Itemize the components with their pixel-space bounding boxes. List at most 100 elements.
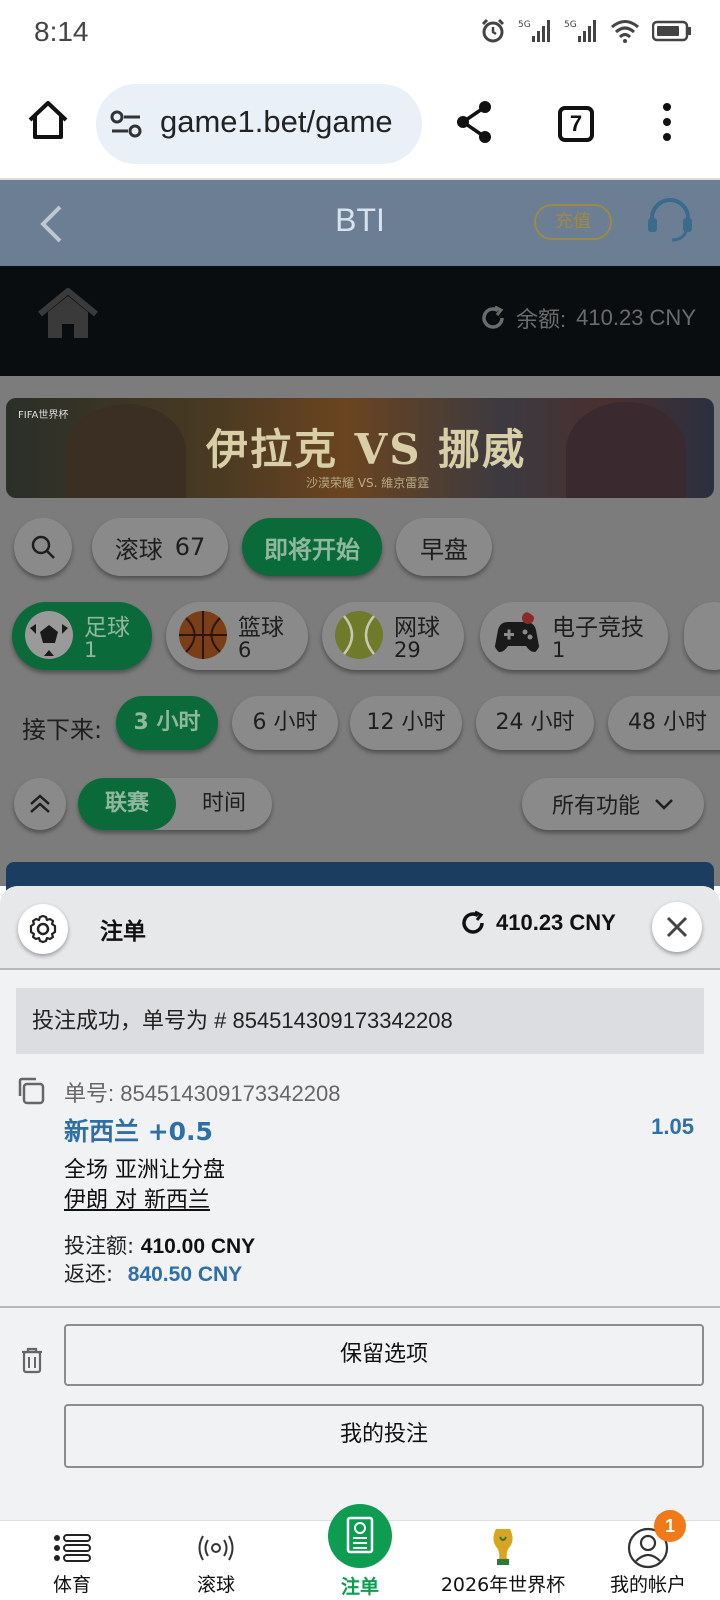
sport-name: 足球 xyxy=(84,615,130,641)
gear-icon xyxy=(29,914,57,944)
bet-market: 全场 亚洲让分盘 xyxy=(64,1158,225,1183)
wifi-icon xyxy=(611,20,639,43)
signal-5g-icon-2: 5G xyxy=(564,20,596,42)
time-option-3h[interactable]: 3 小时 xyxy=(116,696,218,750)
filter-live[interactable]: 滚球 67 xyxy=(92,518,228,576)
banner-subline: 沙漠荣耀 VS. 維京雷霆 xyxy=(306,476,430,490)
nav-live[interactable]: 滚球 xyxy=(180,1521,252,1600)
promo-banner[interactable]: FIFA世界杯 伊拉克 VS 挪威 沙漠荣耀 VS. 維京雷霆 xyxy=(6,398,714,498)
my-bets-button[interactable]: 我的投注 xyxy=(64,1404,704,1468)
tennis-ball-icon xyxy=(335,611,383,659)
site-settings-icon[interactable] xyxy=(110,110,142,138)
return-value: 840.50 CNY xyxy=(127,1263,243,1286)
stake-label: 投注额: xyxy=(64,1234,135,1258)
time-option-24h[interactable]: 24 小时 xyxy=(476,696,594,750)
view-toggle-league[interactable]: 联赛 xyxy=(78,778,176,830)
time-filter-label: 接下来: xyxy=(22,716,103,744)
close-button[interactable] xyxy=(652,902,702,952)
sport-name: 网球 xyxy=(394,615,440,641)
sport-name: 篮球 xyxy=(238,615,284,641)
nav-betslip-label: 注单 xyxy=(340,1576,379,1598)
app-header: BTI 充值 xyxy=(0,180,720,266)
banner-tag: FIFA世界杯 xyxy=(18,410,69,421)
trophy-icon xyxy=(493,1529,513,1565)
close-icon xyxy=(666,916,688,938)
nav-account-label: 我的帐户 xyxy=(609,1574,686,1596)
broadcast-icon xyxy=(198,1535,234,1561)
time-option-48h[interactable]: 48 小时 xyxy=(608,696,720,750)
nav-sports-label: 体育 xyxy=(52,1574,91,1596)
sport-more[interactable] xyxy=(684,602,720,670)
nav-worldcup[interactable]: 2026年世界杯 xyxy=(436,1521,570,1600)
more-menu-icon[interactable] xyxy=(662,102,672,142)
stake-row: 投注额: 410.00 CNY xyxy=(64,1230,255,1260)
sport-count: 1 xyxy=(84,638,98,662)
all-features-dropdown[interactable]: 所有功能 xyxy=(522,778,704,830)
filter-live-count: 67 xyxy=(174,533,206,561)
recharge-button[interactable]: 充值 xyxy=(534,204,612,240)
sport-football[interactable]: 足球 1 xyxy=(12,602,152,670)
nav-sports[interactable]: 体育 xyxy=(36,1521,108,1600)
bet-slip-balance-value: 410.23 CNY xyxy=(496,910,616,935)
double-chevron-up-icon xyxy=(30,794,50,813)
soccer-ball-icon xyxy=(25,611,73,659)
bet-slip-header: 注单 410.23 CNY xyxy=(0,886,720,970)
refresh-icon[interactable] xyxy=(460,910,486,936)
tab-switcher-button[interactable]: 7 xyxy=(558,106,594,142)
chevron-down-icon xyxy=(655,799,673,810)
status-bar: 8:14 5G 5G xyxy=(0,0,720,68)
home-icon[interactable] xyxy=(26,98,70,142)
url-text: game1.bet/game xyxy=(160,104,393,139)
site-home-icon[interactable] xyxy=(38,288,98,340)
time-option-12h[interactable]: 12 小时 xyxy=(350,696,462,750)
ticket-number: 单号: 854514309173342208 xyxy=(64,1081,341,1106)
time-option-6h[interactable]: 6 小时 xyxy=(232,696,338,750)
player-left-image xyxy=(66,404,186,498)
copy-icon[interactable] xyxy=(16,1076,46,1106)
balance-label: 余额: xyxy=(516,307,567,332)
status-time: 8:14 xyxy=(34,16,89,47)
sport-basketball[interactable]: 篮球 6 xyxy=(166,602,308,670)
keep-selections-button[interactable]: 保留选项 xyxy=(64,1324,704,1386)
search-button[interactable] xyxy=(14,518,72,576)
battery-icon xyxy=(652,20,691,42)
view-toggle: 联赛 时间 xyxy=(78,778,272,830)
collapse-button[interactable] xyxy=(14,778,66,830)
sport-esports[interactable]: 电子竞技 1 xyxy=(480,602,668,670)
view-toggle-time[interactable]: 时间 xyxy=(176,778,272,830)
nav-worldcup-label: 2026年世界杯 xyxy=(440,1574,566,1596)
site-balance: 余额: 410.23 CNY xyxy=(480,302,696,334)
bet-match-link[interactable]: 伊朗 对 新西兰 xyxy=(64,1182,210,1214)
filter-live-label: 滚球 xyxy=(114,535,163,564)
nav-live-label: 滚球 xyxy=(196,1574,235,1596)
filter-early[interactable]: 早盘 xyxy=(396,518,492,576)
address-bar[interactable]: game1.bet/game xyxy=(96,84,422,164)
trash-icon[interactable] xyxy=(20,1346,44,1374)
gamepad-icon xyxy=(494,612,540,652)
basketball-icon xyxy=(179,611,227,659)
receipt-icon xyxy=(346,1516,374,1554)
refresh-icon[interactable] xyxy=(480,305,506,331)
svg-text:5G: 5G xyxy=(518,20,531,30)
browser-toolbar: game1.bet/game 7 xyxy=(0,68,720,180)
svg-text:5G: 5G xyxy=(564,20,577,30)
sport-tennis[interactable]: 网球 29 xyxy=(322,602,464,670)
bet-odds: 1.05 xyxy=(651,1114,694,1139)
filter-upcoming-label: 即将开始 xyxy=(264,535,360,564)
banner-headline: 伊拉克 VS 挪威 xyxy=(206,425,527,474)
customer-service-icon[interactable] xyxy=(646,198,694,244)
bet-slip-panel: 注单 410.23 CNY 投注成功，单号为 # 854514309173342… xyxy=(0,886,720,1520)
return-row: 返还: 840.50 CNY xyxy=(64,1258,242,1288)
balance-value: 410.23 CNY xyxy=(576,305,696,330)
share-icon[interactable] xyxy=(454,100,494,144)
nav-betslip-button[interactable] xyxy=(328,1504,392,1568)
search-icon xyxy=(31,535,55,559)
filter-upcoming[interactable]: 即将开始 xyxy=(242,518,382,576)
list-icon xyxy=(54,1534,91,1562)
screen: 8:14 5G 5G game1.bet/game 7 BTI 充值 余额: 4… xyxy=(0,0,720,1600)
settings-button[interactable] xyxy=(18,904,68,954)
return-label: 返还: xyxy=(64,1262,114,1286)
bet-slip-title: 注单 xyxy=(100,919,146,945)
alarm-icon xyxy=(481,18,505,43)
sport-count: 29 xyxy=(394,638,421,662)
